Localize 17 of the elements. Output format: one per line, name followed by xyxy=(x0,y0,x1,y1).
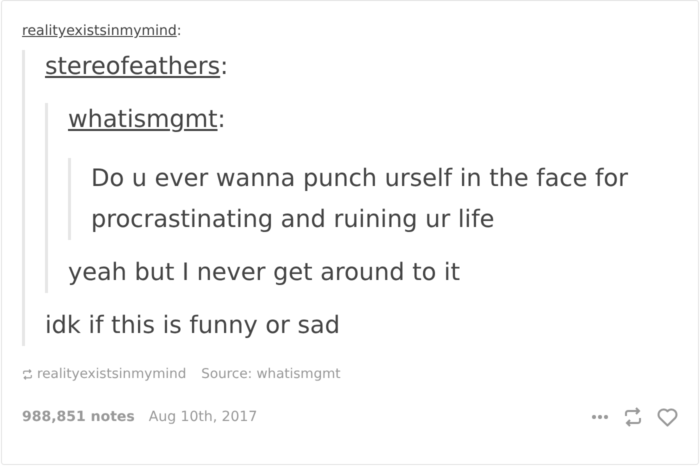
reblog-icon xyxy=(22,368,33,380)
post-text: yeah but I never get around to it xyxy=(68,257,462,288)
notes-count[interactable]: 988,851 notes xyxy=(22,409,135,425)
source-link[interactable]: Source: whatismgmt xyxy=(201,366,341,382)
colon-text: : xyxy=(220,51,228,82)
post-text: idk if this is funny or sad xyxy=(45,310,341,341)
more-icon[interactable] xyxy=(591,414,609,420)
username-link[interactable]: stereofeathers xyxy=(45,50,220,83)
reblog-link[interactable]: realityexistsinmymind xyxy=(22,366,186,382)
post-text: Do u ever wanna punch urself in the face for procrastinating and ruining ur life xyxy=(91,163,630,235)
username-link[interactable]: whatismgmt xyxy=(68,103,218,136)
colon-text: : xyxy=(218,104,226,135)
post-date[interactable]: Aug 10th, 2017 xyxy=(148,409,258,425)
heart-icon[interactable] xyxy=(657,408,678,426)
username-link[interactable]: realityexistsinmymind xyxy=(22,23,177,39)
colon-text: : xyxy=(176,23,182,39)
reblog-icon[interactable] xyxy=(623,407,643,427)
